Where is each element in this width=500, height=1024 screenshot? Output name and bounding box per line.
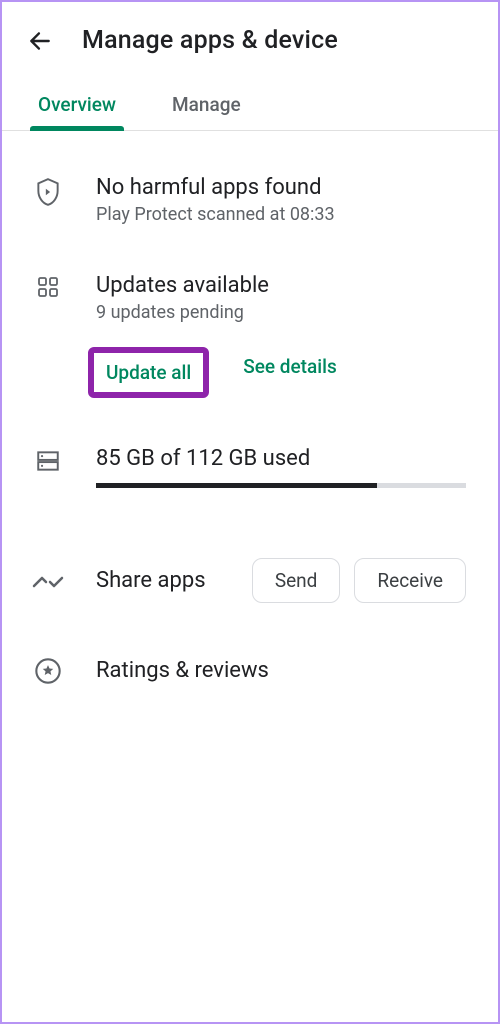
- protect-subtitle: Play Protect scanned at 08:33: [96, 204, 466, 225]
- tab-overview[interactable]: Overview: [30, 75, 124, 130]
- send-button[interactable]: Send: [252, 558, 341, 603]
- storage-progress-fill: [96, 483, 377, 488]
- tabs: Overview Manage: [2, 75, 498, 131]
- share-label: Share apps: [96, 568, 252, 593]
- protect-title: No harmful apps found: [96, 175, 466, 200]
- see-details-button[interactable]: See details: [239, 347, 341, 398]
- updates-title: Updates available: [96, 273, 466, 298]
- tab-manage[interactable]: Manage: [164, 75, 249, 130]
- storage-text: 85 GB of 112 GB used: [96, 446, 466, 471]
- receive-button[interactable]: Receive: [354, 558, 466, 603]
- page-title: Manage apps & device: [82, 26, 338, 55]
- ratings-row[interactable]: Ratings & reviews: [32, 655, 466, 685]
- updates-subtitle: 9 updates pending: [96, 302, 466, 323]
- shield-icon: [32, 177, 64, 207]
- update-all-button[interactable]: Update all: [106, 361, 191, 384]
- apps-icon: [32, 275, 64, 299]
- storage-progress: [96, 483, 466, 488]
- header: Manage apps & device: [2, 2, 498, 75]
- star-circle-icon: [32, 657, 64, 685]
- share-row: Share apps Send Receive: [32, 558, 466, 603]
- storage-row[interactable]: 85 GB of 112 GB used: [32, 446, 466, 488]
- nearby-share-icon: [32, 572, 64, 592]
- back-icon[interactable]: [26, 27, 54, 55]
- storage-icon: [32, 448, 64, 474]
- play-protect-row[interactable]: No harmful apps found Play Protect scann…: [32, 175, 466, 225]
- highlight-annotation: Update all: [88, 347, 209, 398]
- content: No harmful apps found Play Protect scann…: [2, 131, 498, 685]
- updates-row: Updates available 9 updates pending Upda…: [32, 273, 466, 398]
- ratings-label: Ratings & reviews: [96, 658, 269, 683]
